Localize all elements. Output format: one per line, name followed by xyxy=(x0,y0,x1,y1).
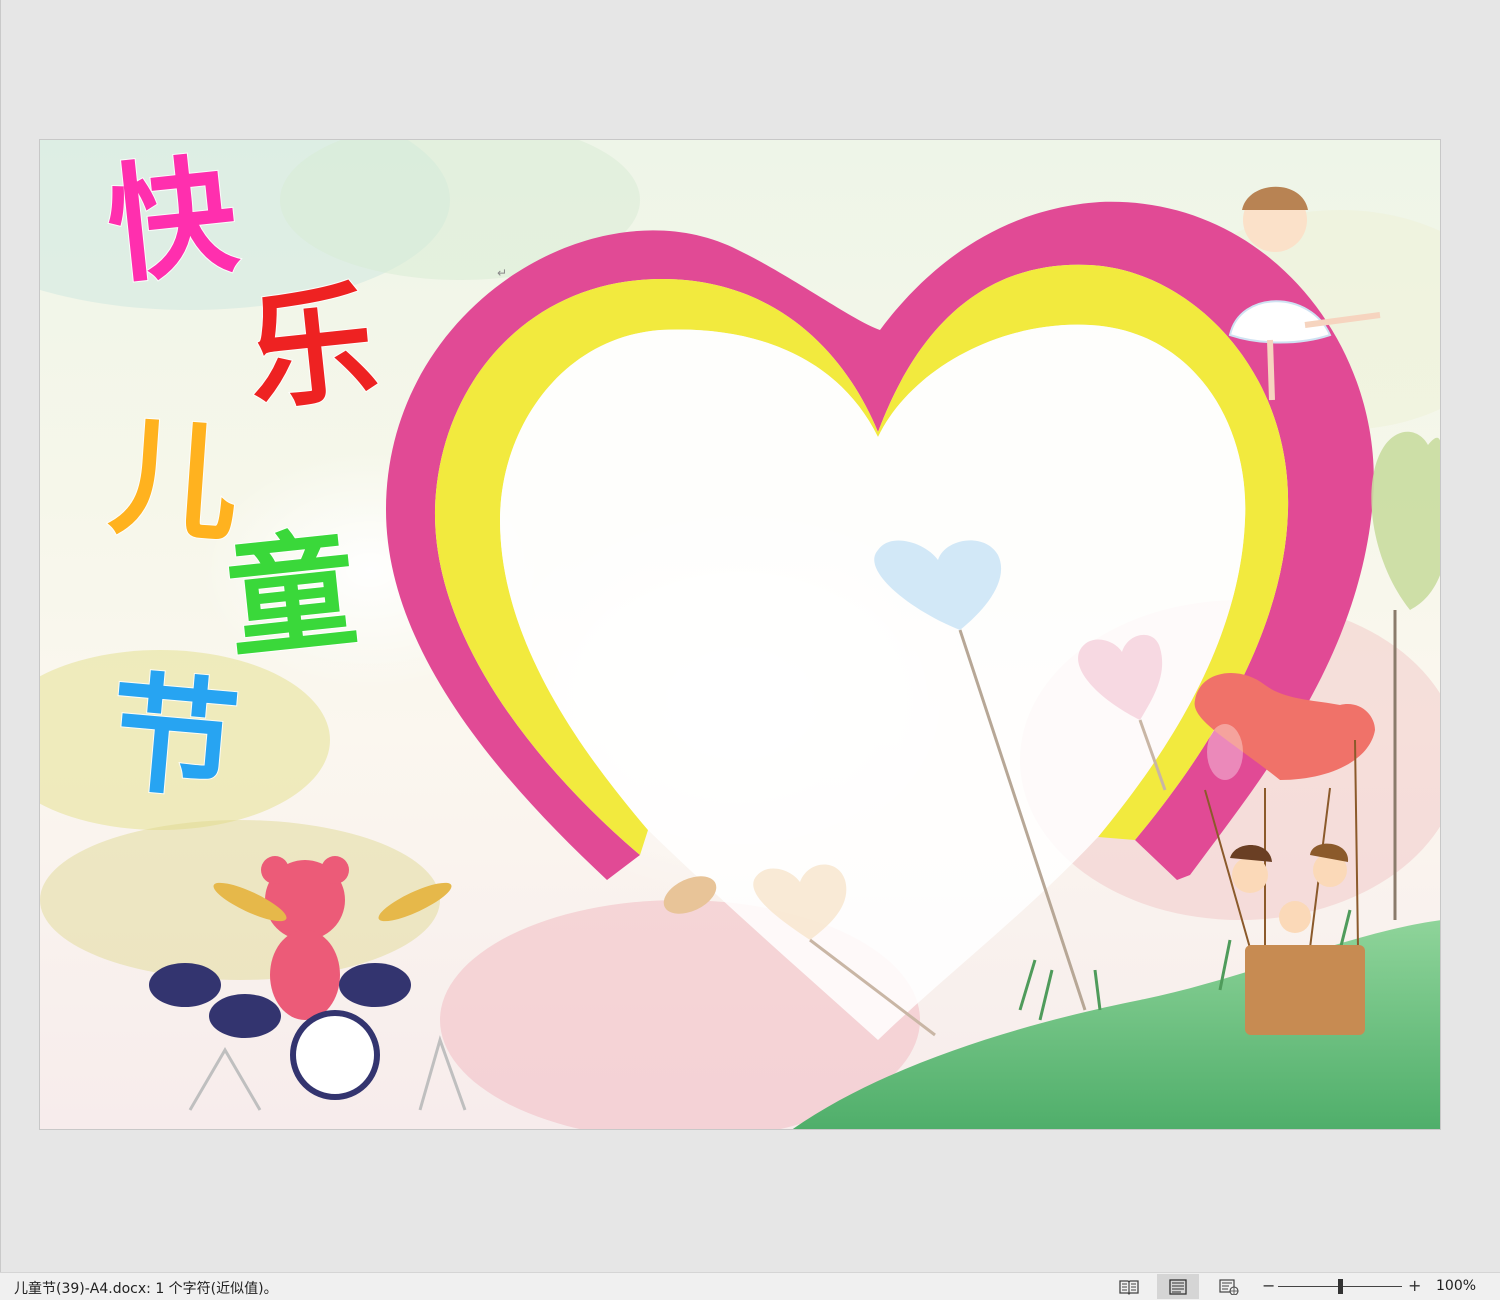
document-page[interactable]: ↵ 快 乐 儿 童 节 xyxy=(39,139,1441,1130)
title-char-kuai: 快 xyxy=(100,140,245,303)
zoom-slider-thumb[interactable] xyxy=(1338,1279,1343,1294)
document-workspace: ↵ 快 乐 儿 童 节 xyxy=(0,0,1500,1272)
book-icon xyxy=(1119,1279,1139,1295)
print-layout-button[interactable] xyxy=(1157,1274,1199,1299)
web-layout-button[interactable] xyxy=(1208,1274,1250,1299)
word-count-status[interactable]: 儿童节(39)-A4.docx: 1 个字符(近似值)。 xyxy=(14,1278,278,1298)
paragraph-mark: ↵ xyxy=(497,266,508,280)
read-mode-button[interactable] xyxy=(1108,1274,1150,1299)
zoom-in-button[interactable]: + xyxy=(1408,1276,1421,1295)
title-char-le: 乐 xyxy=(240,267,385,431)
page-layout-icon xyxy=(1169,1278,1187,1295)
zoom-out-button[interactable]: − xyxy=(1262,1276,1275,1295)
status-bar: 儿童节(39)-A4.docx: 1 个字符(近似值)。 − + 100% xyxy=(0,1272,1500,1300)
web-layout-icon xyxy=(1219,1278,1239,1295)
title-char-jie: 节 xyxy=(103,658,246,820)
zoom-level[interactable]: 100% xyxy=(1436,1278,1476,1294)
title-char-tong: 童 xyxy=(220,514,365,678)
